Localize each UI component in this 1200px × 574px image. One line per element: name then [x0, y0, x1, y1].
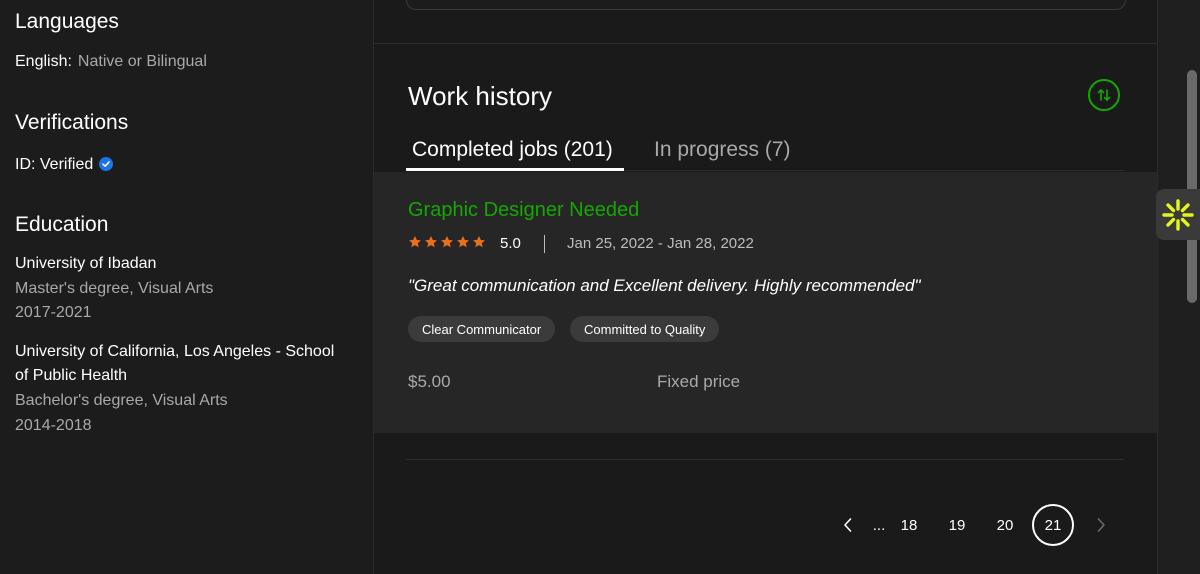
- education-school: University of California, Los Angeles - …: [15, 343, 335, 384]
- sparkle-icon: [1162, 198, 1194, 231]
- star-icon: [457, 236, 469, 248]
- star-icon: [473, 236, 485, 248]
- job-card: Graphic Designer Needed 5.0 Jan 25, 2022…: [374, 172, 1157, 433]
- education-school: University of Ibadan: [15, 255, 157, 272]
- chevron-left-icon: [844, 518, 852, 532]
- job-amount: $5.00: [408, 372, 451, 391]
- active-tab-indicator: [406, 168, 624, 171]
- previous-card-edge: [406, 0, 1126, 10]
- verifications-heading: Verifications: [15, 111, 129, 134]
- education-years: 2014-2018: [15, 417, 92, 434]
- pagination-prev-button[interactable]: [836, 504, 860, 546]
- job-price-type: Fixed price: [657, 372, 741, 391]
- job-title-link[interactable]: Graphic Designer Needed: [408, 199, 639, 222]
- verified-check-icon: [99, 157, 114, 171]
- language-row: English: Native or Bilingual: [15, 53, 207, 71]
- section-divider: [374, 43, 1157, 44]
- section-divider: [406, 459, 1124, 460]
- sort-button[interactable]: [1088, 79, 1120, 111]
- star-icon: [409, 236, 421, 248]
- language-level: Native or Bilingual: [77, 53, 207, 70]
- scrollbar-thumb[interactable]: [1187, 70, 1197, 303]
- rating-separator: [544, 235, 545, 253]
- pagination-current-page[interactable]: 21: [1032, 504, 1074, 546]
- star-icon: [441, 236, 453, 248]
- education-heading: Education: [15, 213, 109, 236]
- job-dates: Jan 25, 2022 - Jan 28, 2022: [567, 235, 754, 252]
- client-feedback: "Great communication and Excellent deliv…: [408, 276, 921, 295]
- star-rating: [408, 235, 486, 249]
- pagination-next-button[interactable]: [1089, 504, 1113, 546]
- profile-sidebar: Languages English: Native or Bilingual Ve…: [0, 0, 373, 574]
- pagination-page[interactable]: 20: [990, 504, 1020, 546]
- id-verification-row: ID: Verified: [15, 156, 114, 174]
- language-name: English:: [15, 53, 72, 70]
- rating-value: 5.0: [500, 235, 521, 252]
- education-degree: Master's degree, Visual Arts: [15, 280, 214, 297]
- tab-in-progress[interactable]: In progress (7): [654, 138, 791, 162]
- star-icon: [425, 236, 437, 248]
- languages-heading: Languages: [15, 10, 119, 33]
- assistant-widget-button[interactable]: [1156, 189, 1200, 240]
- work-history-title: Work history: [408, 81, 552, 111]
- feedback-tag: Committed to Quality: [570, 316, 720, 342]
- sort-arrows-icon: [1097, 89, 1111, 101]
- pagination-page[interactable]: 19: [942, 504, 972, 546]
- pagination-page[interactable]: 18: [894, 504, 924, 546]
- tab-completed-jobs[interactable]: Completed jobs (201): [412, 138, 613, 162]
- chevron-right-icon: [1097, 518, 1105, 532]
- pagination-ellipsis: ...: [872, 516, 886, 534]
- work-history-section: Work history Completed jobs (201) In pro…: [374, 0, 1157, 574]
- feedback-tag: Clear Communicator: [408, 316, 556, 342]
- id-verified-label: ID: Verified: [15, 156, 94, 173]
- education-years: 2017-2021: [15, 304, 92, 321]
- education-degree: Bachelor's degree, Visual Arts: [15, 392, 228, 409]
